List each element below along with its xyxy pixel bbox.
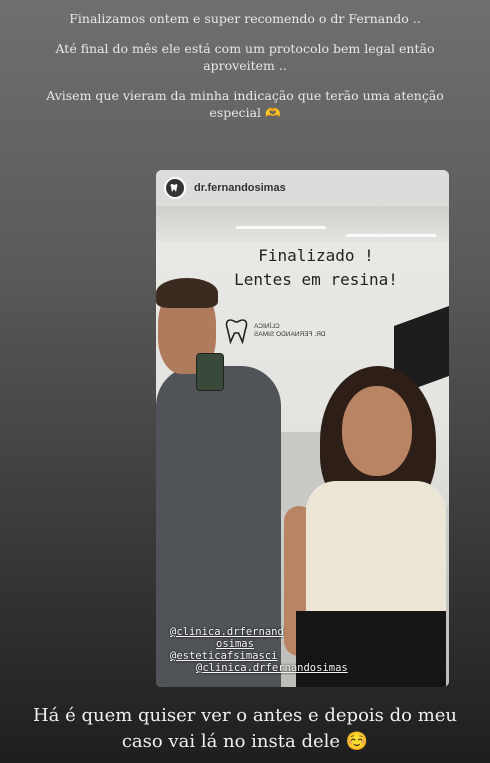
avatar[interactable]: [164, 177, 186, 199]
mention-tag[interactable]: @clinica.drfernandosimas: [170, 662, 348, 674]
tooth-icon: [170, 184, 178, 192]
person-woman-top: [306, 481, 446, 621]
shared-post-card[interactable]: dr.fernandosimas Finalizado ! Lentes em …: [156, 170, 449, 687]
ceiling: [156, 206, 449, 242]
caption-line: Avisem que vieram da minha indicação que…: [46, 88, 444, 120]
mention-tags: @clinica.drfernand osimas @esteticafsima…: [170, 626, 348, 674]
clinic-logo: CLÍNICA DR. FERNANDO SIMAS: [226, 318, 326, 344]
wall-sign-line: Finalizado !: [258, 246, 374, 265]
wall-sign-line: Lentes em resina!: [234, 270, 398, 289]
caption-line: Até final do mês ele está com um protoco…: [55, 41, 435, 73]
person-man-hair: [156, 278, 218, 308]
clinic-logo-line: CLÍNICA: [254, 323, 280, 330]
wall-sign: Finalizado ! Lentes em resina!: [206, 244, 426, 292]
story-caption-bottom: Há é quem quiser ver o antes e depois do…: [32, 705, 458, 752]
caption-line: Finalizamos ontem e super recomendo o dr…: [69, 11, 421, 26]
shared-post-header[interactable]: dr.fernandosimas: [156, 170, 449, 206]
story-caption-top: Finalizamos ontem e super recomendo o dr…: [30, 10, 460, 134]
mention-tag[interactable]: @clinica.drfernand: [170, 626, 348, 638]
username[interactable]: dr.fernandosimas: [194, 182, 286, 194]
mention-tag[interactable]: osimas: [170, 638, 348, 650]
phone-icon: [196, 353, 224, 391]
person-woman-face: [342, 386, 412, 476]
clinic-logo-line: DR. FERNANDO SIMAS: [254, 331, 326, 338]
mention-tag[interactable]: @esteticafsimasci: [170, 650, 348, 662]
tooth-logo-icon: [226, 319, 248, 344]
post-photo: Finalizado ! Lentes em resina! CLÍNICA D…: [156, 206, 449, 687]
